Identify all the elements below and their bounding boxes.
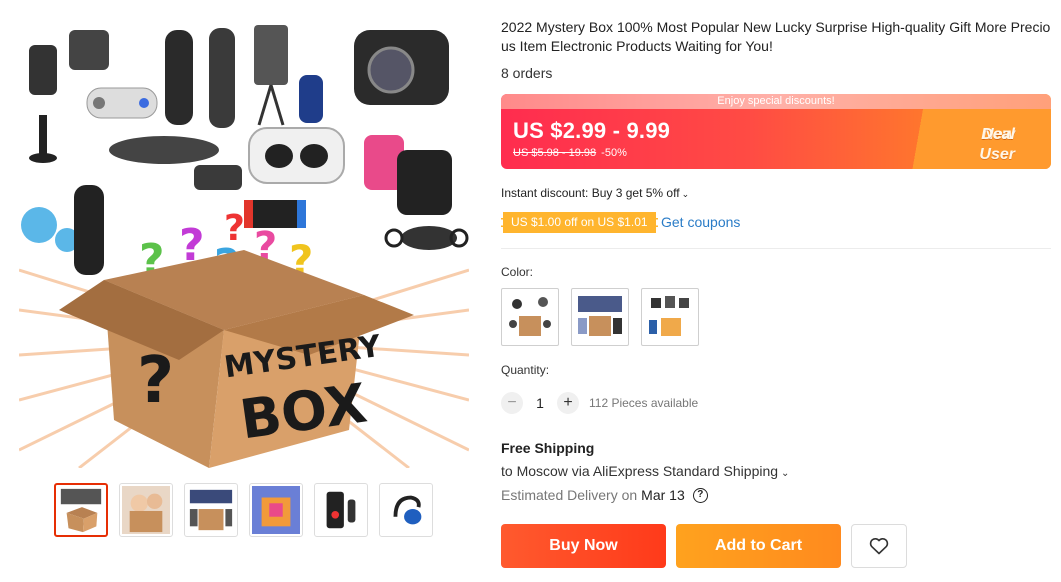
thumbnail-3[interactable] <box>184 483 238 537</box>
quantity-increase-button[interactable]: + <box>557 392 579 414</box>
svg-text:?: ? <box>224 208 245 249</box>
new-user-deal-badge: New User Deal <box>911 109 1051 169</box>
delivery-label: Estimated Delivery on <box>501 487 638 503</box>
instant-discount-text: Instant discount: Buy 3 get 5% off <box>501 186 680 200</box>
shipping-route-text: to Moscow via AliExpress Standard Shippi… <box>501 463 779 479</box>
quantity-decrease-button[interactable]: − <box>501 392 523 414</box>
thumbnail-strip <box>54 483 433 537</box>
thumbnail-1[interactable] <box>54 483 108 537</box>
question-circle-icon[interactable]: ? <box>692 487 708 503</box>
original-price-row: US $5.98 - 19.98 -50% <box>513 147 627 159</box>
price-banner: Enjoy special discounts! US $2.99 - 9.99… <box>501 94 1051 169</box>
new-user-line2: Deal <box>981 126 1015 143</box>
coupon-tag: US $1.00 off on US $1.01 <box>501 212 658 233</box>
add-to-cart-button[interactable]: Add to Cart <box>676 524 841 568</box>
box-question-mark: ? <box>137 344 174 418</box>
order-count: 8 orders <box>501 65 553 81</box>
original-price: US $5.98 - 19.98 <box>513 147 597 159</box>
divider <box>501 248 1051 249</box>
thumbnail-6[interactable] <box>379 483 433 537</box>
delivery-date: Mar 13 <box>641 487 685 503</box>
pieces-available: 112 Pieces available <box>589 396 699 410</box>
shipping-route[interactable]: to Moscow via AliExpress Standard Shippi… <box>501 463 789 479</box>
get-coupons-link[interactable]: Get coupons <box>661 214 740 230</box>
color-swatch-2[interactable] <box>571 288 629 346</box>
thumbnail-4[interactable] <box>249 483 303 537</box>
chevron-down-icon: ⌄ <box>681 189 690 199</box>
chevron-down-icon: ⌄ <box>781 468 790 479</box>
estimated-delivery: Estimated Delivery on Mar 13 ? <box>501 487 708 503</box>
heart-icon <box>869 538 889 555</box>
quantity-value[interactable]: 1 <box>523 395 557 411</box>
discount-strip: Enjoy special discounts! <box>501 94 1051 109</box>
instant-discount[interactable]: Instant discount: Buy 3 get 5% off ⌄ <box>501 186 689 200</box>
color-label: Color: <box>501 265 534 279</box>
main-product-image[interactable]: ? ? ? ? ? ? ? MYSTERY BOX <box>19 10 469 468</box>
color-swatch-1[interactable] <box>501 288 559 346</box>
thumbnail-5[interactable] <box>314 483 368 537</box>
wishlist-button[interactable] <box>851 524 907 568</box>
product-title: 2022 Mystery Box 100% Most Popular New L… <box>501 19 1051 54</box>
color-swatches <box>501 288 699 346</box>
quantity-label: Quantity: <box>501 363 550 377</box>
current-price: US $2.99 - 9.99 <box>513 118 671 143</box>
discount-percent: -50% <box>601 147 627 159</box>
thumbnail-2[interactable] <box>119 483 173 537</box>
color-swatch-3[interactable] <box>641 288 699 346</box>
buy-now-button[interactable]: Buy Now <box>501 524 666 568</box>
shipping-title: Free Shipping <box>501 440 595 456</box>
quantity-stepper: − 1 + 112 Pieces available <box>501 392 698 414</box>
